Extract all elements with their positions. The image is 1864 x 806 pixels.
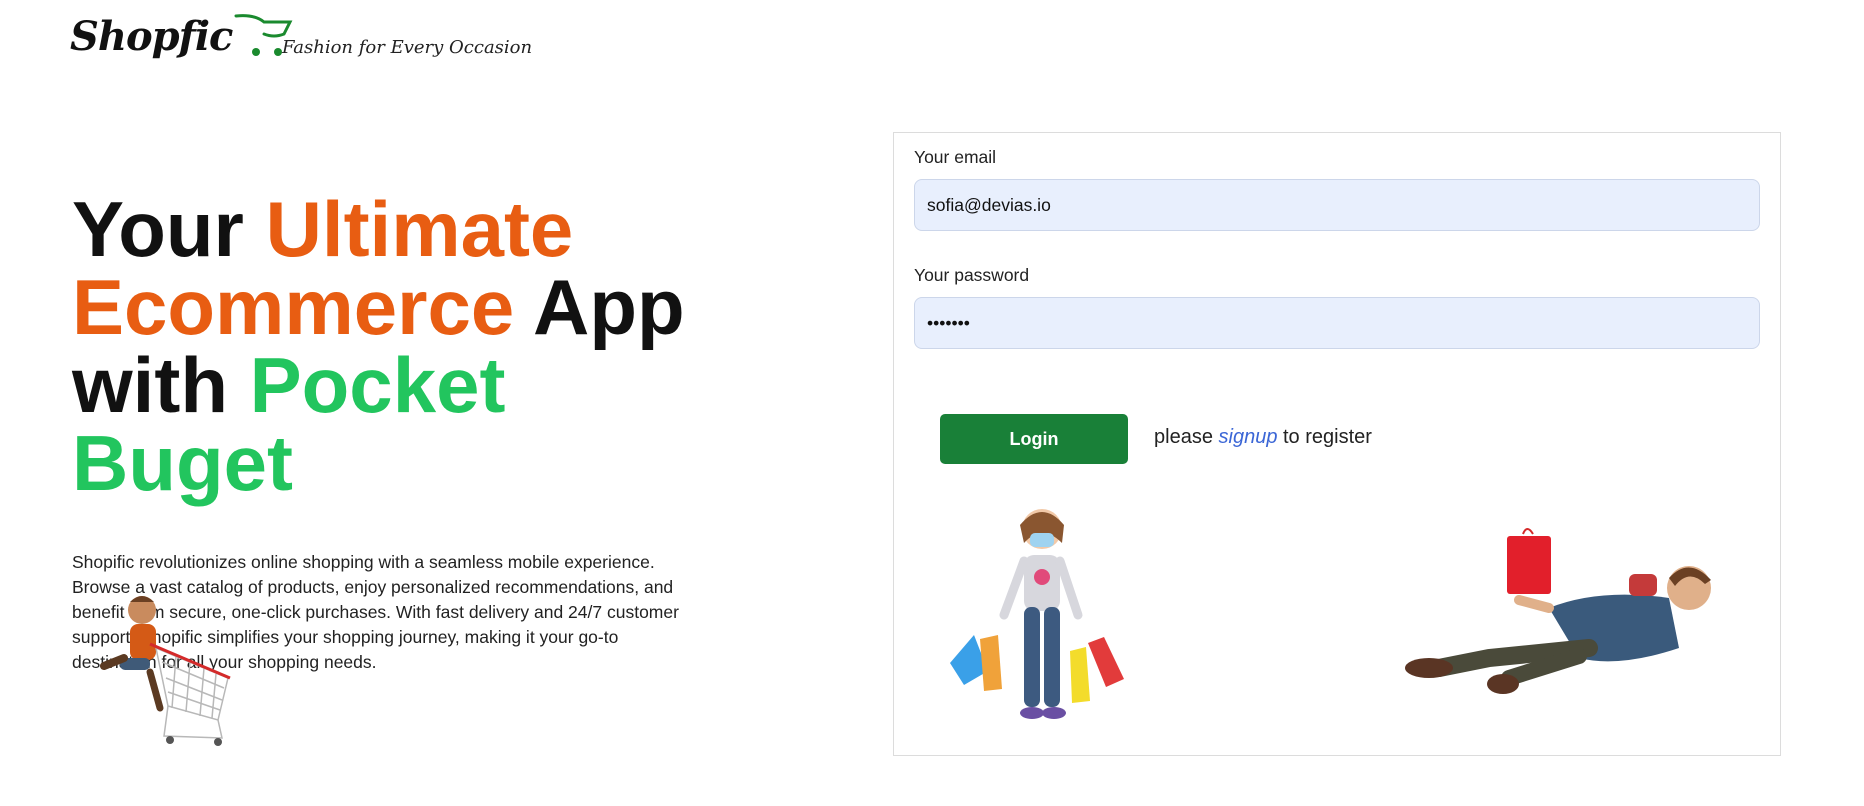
hero-headline: Your Ultimate Ecommerce App with Pocket Bug… [72, 190, 712, 502]
hero-text: with [72, 341, 250, 429]
hero-text: Your [72, 185, 266, 273]
logo-text: Shopfic [70, 13, 233, 60]
register-prefix: please [1154, 426, 1219, 448]
password-label: Your password [914, 265, 1030, 285]
signup-link[interactable]: signup [1219, 426, 1278, 448]
login-card: Your email Your password Login please si… [893, 132, 1781, 756]
hero-text-highlight: Ecommerce [72, 263, 515, 351]
email-field[interactable] [914, 179, 1760, 231]
tagline: Fashion for Every Occasion [282, 37, 533, 58]
register-prompt: please signup to register [1154, 426, 1372, 449]
password-field[interactable] [914, 297, 1760, 349]
email-label: Your email [914, 147, 997, 167]
cart-rider-illustration [100, 596, 231, 746]
lying-man-illustration [1405, 528, 1711, 694]
hero-text: App [514, 263, 685, 351]
login-button[interactable]: Login [940, 414, 1128, 464]
shopping-girl-illustration [950, 509, 1124, 719]
register-suffix: to register [1277, 426, 1372, 448]
brand-logo[interactable]: Shopfic [70, 12, 296, 60]
hero-text-highlight: Ultimate [265, 185, 574, 273]
hero-text-highlight-green: Pocket [249, 341, 506, 429]
hero-text-highlight-green: Buget [72, 419, 293, 507]
